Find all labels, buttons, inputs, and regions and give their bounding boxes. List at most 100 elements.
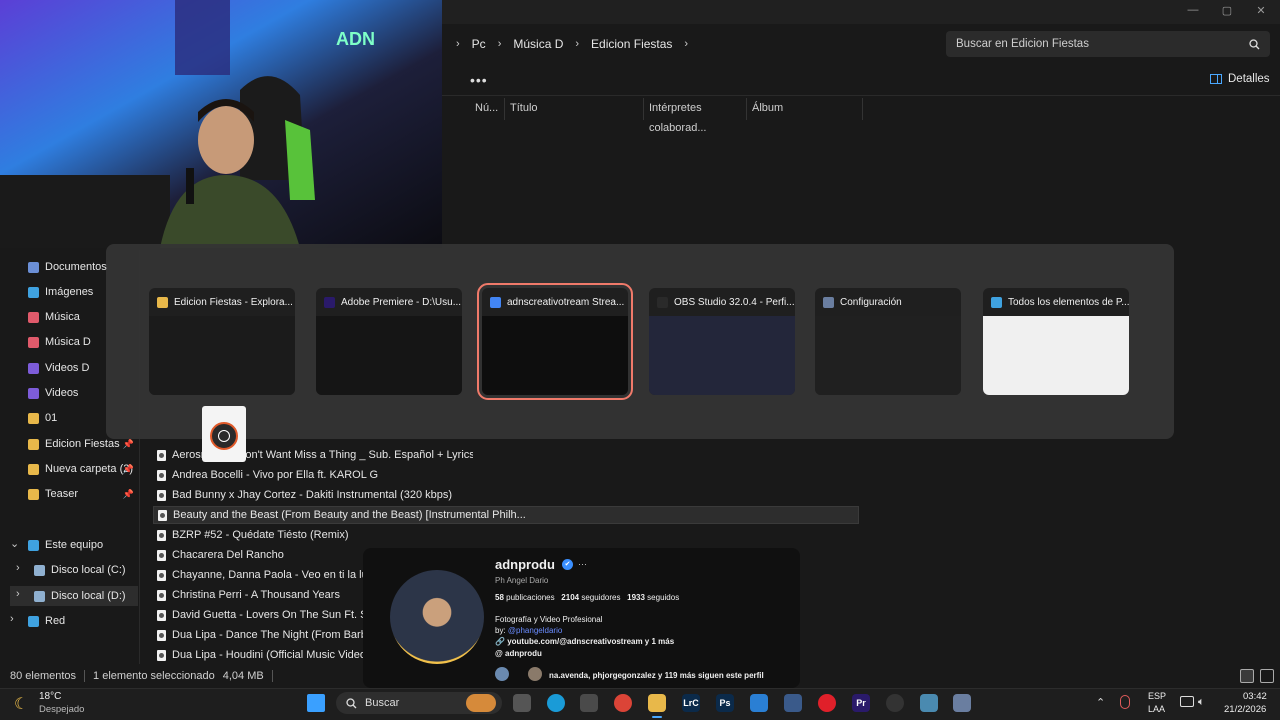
sidebar-item-label: Videos: [45, 387, 79, 399]
chevron-right-icon[interactable]: ›: [10, 613, 14, 625]
details-button[interactable]: Detalles: [1210, 73, 1270, 85]
file-row[interactable]: Andrea Bocelli - Vivo por Ella ft. KAROL…: [153, 466, 473, 484]
breadcrumb-edicion-fiestas[interactable]: Edicion Fiestas: [591, 37, 672, 51]
details-view-icon[interactable]: [1240, 669, 1254, 683]
youtube-music-icon[interactable]: [818, 694, 836, 712]
sidebar-item[interactable]: Videos: [28, 383, 138, 403]
column-album[interactable]: Álbum: [747, 98, 863, 120]
file-row[interactable]: BZRP #52 - Quédate Tiésto (Remix): [153, 526, 473, 544]
file-title: David Guetta - Lovers On The Sun Ft. Sam…: [172, 609, 365, 621]
switcher-window-card[interactable]: Adobe Premiere - D:\Usu...: [316, 288, 462, 395]
weather-desc[interactable]: Despejado: [39, 704, 84, 715]
clock-time[interactable]: 03:42: [1243, 691, 1267, 702]
profile-bio: Fotografía y Video Profesional: [495, 615, 603, 624]
switcher-card-title: OBS Studio 32.0.4 - Perfi...: [674, 296, 795, 308]
search-input[interactable]: Buscar en Edicion Fiestas: [946, 31, 1270, 57]
sidebar-item[interactable]: Música D: [28, 332, 138, 352]
profile-username[interactable]: adnprodu: [495, 557, 555, 572]
weather-temp[interactable]: 18°C: [39, 691, 61, 702]
calculator-icon[interactable]: [580, 694, 598, 712]
sidebar-item[interactable]: Videos D: [28, 358, 138, 378]
windows-start-icon[interactable]: [307, 694, 325, 712]
breadcrumb[interactable]: › Pc › Música D › Edicion Fiestas ›: [444, 31, 938, 57]
microphone-icon[interactable]: [1120, 695, 1130, 709]
file-row[interactable]: Beauty and the Beast (From Beauty and th…: [153, 506, 859, 524]
file-row[interactable]: David Guetta - Lovers On The Sun Ft. Sam…: [153, 606, 365, 624]
chevron-right-icon[interactable]: ›: [16, 562, 20, 574]
file-title: Dua Lipa - Dance The Night (From Barbie …: [172, 629, 365, 641]
task-view-icon[interactable]: [513, 694, 531, 712]
monitor-app-icon[interactable]: [920, 694, 938, 712]
close-button[interactable]: ✕: [1246, 4, 1276, 20]
obs-icon[interactable]: [886, 694, 904, 712]
bio-prefix: by:: [495, 626, 508, 635]
sidebar-item[interactable]: Disco local (D:): [10, 586, 138, 606]
store-icon[interactable]: [750, 694, 768, 712]
profile-more-button[interactable]: ···: [578, 559, 587, 569]
keyboard-layout-indicator[interactable]: LAA: [1148, 704, 1165, 714]
sidebar-item[interactable]: Documentos: [28, 257, 138, 277]
switcher-window-card[interactable]: OBS Studio 32.0.4 - Perfi...: [649, 288, 795, 395]
folder-icon: [28, 438, 39, 450]
more-options-button[interactable]: •••: [470, 72, 488, 88]
file-row[interactable]: Christina Perri - A Thousand Years: [153, 586, 365, 604]
following-label[interactable]: seguidos: [647, 593, 679, 602]
switcher-window-card[interactable]: Todos los elementos de P...: [983, 288, 1129, 395]
language-indicator[interactable]: ESP: [1148, 691, 1166, 701]
settings-icon[interactable]: [953, 694, 971, 712]
app-icon[interactable]: [784, 694, 802, 712]
chevron-right-icon: ›: [684, 38, 689, 50]
profile-link-youtube[interactable]: 🔗 youtube.com/@adnscreativostream y 1 má…: [495, 637, 674, 646]
switcher-window-card[interactable]: Edicion Fiestas - Explora...: [149, 288, 295, 395]
sidebar-item[interactable]: Este equipo: [28, 535, 138, 555]
switcher-window-card[interactable]: adnscreativotream Strea...: [477, 283, 633, 400]
breadcrumb-musica-d[interactable]: Música D: [513, 37, 563, 51]
sidebar-item[interactable]: Imágenes: [28, 282, 138, 302]
column-number[interactable]: Nú...: [470, 98, 505, 120]
file-row[interactable]: Dua Lipa - Houdini (Official Music Video…: [153, 646, 365, 664]
chevron-right-icon[interactable]: ›: [16, 588, 20, 600]
file-explorer-icon[interactable]: [648, 694, 666, 712]
photoshop-icon[interactable]: Ps: [716, 694, 734, 712]
sidebar-item[interactable]: Red: [28, 611, 138, 631]
sidebar-item[interactable]: 01: [28, 408, 138, 428]
documents-icon: [28, 261, 39, 273]
pin-icon: 📌: [122, 438, 134, 449]
avatar[interactable]: [390, 570, 484, 664]
breadcrumb-pc[interactable]: Pc: [472, 37, 486, 51]
sidebar-item[interactable]: Nueva carpeta (2) 📌: [28, 459, 138, 479]
sidebar-item[interactable]: Teaser 📌: [28, 484, 138, 504]
file-row[interactable]: Dua Lipa - Dance The Night (From Barbie …: [153, 626, 365, 644]
chrome-icon[interactable]: [614, 694, 632, 712]
clock-date[interactable]: 21/2/2026: [1224, 704, 1266, 715]
dragged-file-icon[interactable]: [202, 406, 246, 462]
profile-link-threads[interactable]: @ adnprodu: [495, 649, 542, 658]
drive-icon: [34, 590, 45, 602]
followers-count: 2104: [561, 593, 580, 602]
audio-file-icon: [157, 529, 166, 541]
column-artists[interactable]: Intérpretes colaborad...: [644, 98, 747, 134]
chevron-down-icon[interactable]: ⌄: [10, 537, 19, 550]
premiere-icon[interactable]: Pr: [852, 694, 870, 712]
network-icon[interactable]: [1180, 696, 1194, 707]
maximize-button[interactable]: ▢: [1212, 4, 1242, 20]
followers-label[interactable]: seguidores: [581, 593, 620, 602]
edge-icon[interactable]: [547, 694, 565, 712]
followed-by-text[interactable]: na.avenda, phjorgegonzalez y 119 más sig…: [549, 671, 764, 680]
file-title: BZRP #52 - Quédate Tiésto (Remix): [172, 529, 349, 541]
lightroom-classic-icon[interactable]: LrC: [682, 694, 700, 712]
tiles-view-icon[interactable]: [1260, 669, 1274, 683]
chevron-up-icon[interactable]: ⌃: [1096, 696, 1105, 709]
column-title[interactable]: Título: [505, 98, 644, 120]
sidebar-item[interactable]: Edicion Fiestas 📌: [28, 434, 138, 454]
sidebar-item[interactable]: Disco local (C:): [34, 560, 138, 580]
file-row[interactable]: Chayanne, Danna Paola - Veo en ti la luz…: [153, 566, 365, 584]
bio-handle-link[interactable]: @phangeldario: [508, 626, 562, 635]
sidebar-item[interactable]: Música: [28, 307, 138, 327]
file-row[interactable]: Bad Bunny x Jhay Cortez - Dakiti Instrum…: [153, 486, 473, 504]
minimize-button[interactable]: —: [1178, 4, 1208, 20]
switcher-window-card[interactable]: Configuración: [815, 288, 961, 395]
file-row[interactable]: Aerosmith - I Don't Want Miss a Thing _ …: [153, 446, 473, 464]
taskbar-search[interactable]: Buscar: [336, 692, 502, 714]
volume-icon[interactable]: 🔈︎: [1198, 696, 1205, 709]
